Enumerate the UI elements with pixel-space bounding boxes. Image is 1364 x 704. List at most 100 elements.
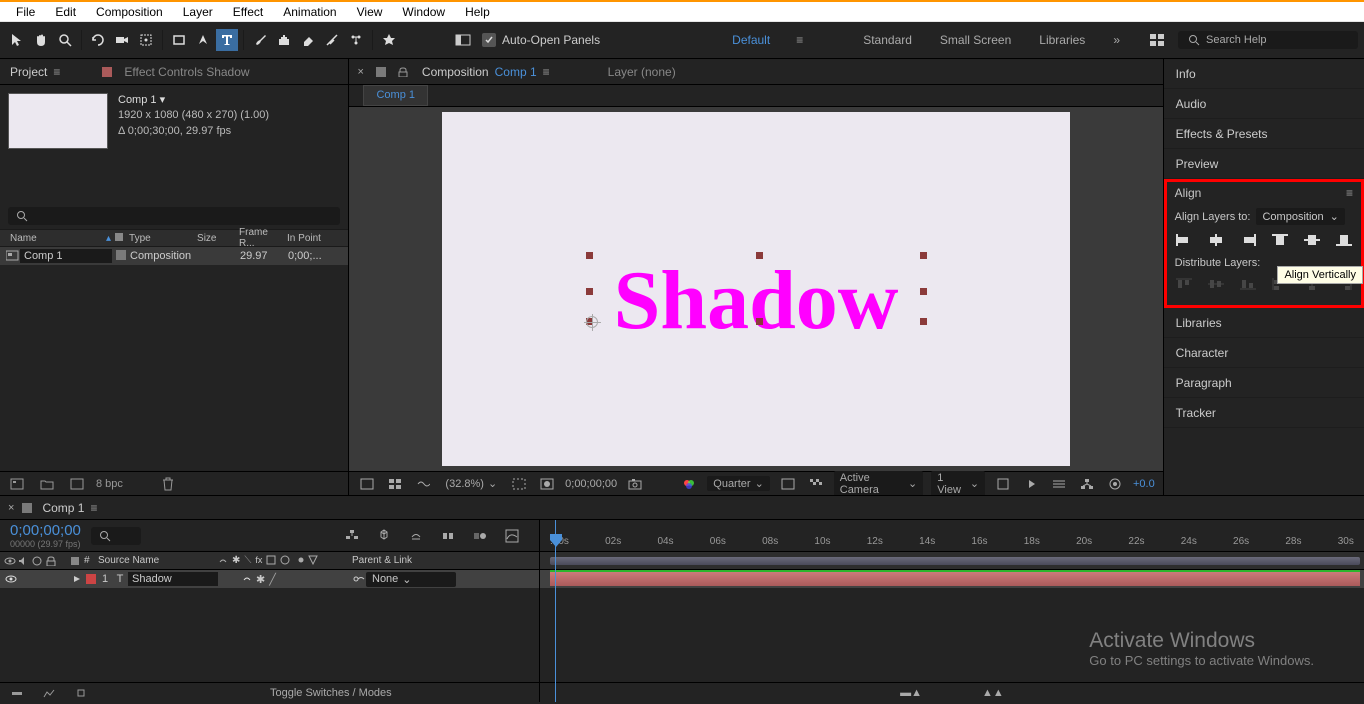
camera-tool-icon[interactable] — [111, 29, 133, 51]
interpret-footage-icon[interactable] — [6, 473, 28, 495]
timeline-comp-tab[interactable]: Comp 1≡ — [40, 497, 99, 519]
rectangle-tool-icon[interactable] — [168, 29, 190, 51]
roto-brush-tool-icon[interactable] — [321, 29, 343, 51]
workspace-panel-icon[interactable] — [1146, 29, 1168, 51]
panel-toggle-icon[interactable] — [452, 29, 474, 51]
pen-tool-icon[interactable] — [192, 29, 214, 51]
layer-panel-tab[interactable]: Layer (none) — [606, 61, 678, 83]
menu-animation[interactable]: Animation — [273, 3, 346, 21]
layer-duration-bar[interactable] — [550, 572, 1360, 586]
workspace-standard[interactable]: Standard — [861, 33, 914, 47]
reset-exposure-icon[interactable] — [1105, 473, 1125, 495]
pixel-aspect-icon[interactable] — [993, 473, 1013, 495]
col-size[interactable]: Size — [193, 233, 235, 244]
col-parent-link[interactable]: Parent & Link — [352, 555, 472, 566]
auto-open-panels-checkbox[interactable]: Auto-Open Panels — [482, 33, 600, 47]
quality-dropdown[interactable]: Quarter⌄ — [707, 476, 770, 491]
align-menu-icon[interactable]: ≡ — [1346, 186, 1353, 200]
tl-footer-icon1[interactable] — [6, 682, 28, 704]
tl-close-icon[interactable]: × — [8, 502, 14, 514]
menu-layer[interactable]: Layer — [173, 3, 223, 21]
canvas-text-layer[interactable]: Shadow — [614, 252, 899, 349]
menu-view[interactable]: View — [347, 3, 393, 21]
toggle-switches-label[interactable]: Toggle Switches / Modes — [270, 687, 392, 699]
menu-help[interactable]: Help — [455, 3, 500, 21]
composition-panel-tab[interactable]: Composition Comp 1 ≡ — [420, 61, 552, 83]
project-row-comp1[interactable]: Comp 1 Composition 29.97 0;00;... — [0, 247, 348, 265]
effect-controls-tab[interactable]: Effect Controls Shadow — [122, 61, 251, 83]
fast-previews-icon[interactable] — [1021, 473, 1041, 495]
zoom-out-handle[interactable]: ▬▲ — [900, 687, 922, 699]
comp-subtab-comp1[interactable]: Comp 1 — [363, 85, 428, 106]
align-hcenter-icon[interactable] — [1207, 233, 1225, 249]
3d-icon[interactable] — [413, 473, 433, 495]
orbit-tool-icon[interactable] — [87, 29, 109, 51]
switch-shy-icon[interactable] — [218, 555, 228, 565]
exposure-value[interactable]: +0.0 — [1133, 478, 1155, 490]
puppet-tool-icon[interactable] — [345, 29, 367, 51]
timeline-timecode[interactable]: 0;00;00;00 — [10, 522, 81, 539]
motion-blur-icon[interactable] — [469, 525, 491, 547]
col-framerate[interactable]: Frame R... — [235, 227, 283, 249]
menu-effect[interactable]: Effect — [223, 3, 273, 21]
align-top-icon[interactable] — [1271, 233, 1289, 249]
hand-tool-icon[interactable] — [30, 29, 52, 51]
toggle-mask-icon[interactable] — [537, 473, 557, 495]
cti-playhead[interactable] — [550, 534, 562, 548]
eraser-tool-icon[interactable] — [297, 29, 319, 51]
align-bottom-icon[interactable] — [1335, 233, 1353, 249]
col-lock-icon[interactable] — [46, 556, 60, 566]
col-inpoint[interactable]: In Point — [283, 233, 325, 244]
zoom-tool-icon[interactable] — [54, 29, 76, 51]
layer-visibility-toggle[interactable] — [4, 572, 18, 586]
project-search-input[interactable] — [8, 207, 340, 225]
magnification-icon[interactable] — [385, 473, 405, 495]
tl-footer-icon2[interactable] — [38, 682, 60, 704]
panel-character[interactable]: Character — [1164, 338, 1364, 368]
workspace-overflow-icon[interactable]: » — [1111, 33, 1122, 47]
col-label-icon[interactable] — [70, 556, 84, 566]
work-area-bar[interactable] — [550, 557, 1360, 565]
resolution-half-icon[interactable] — [509, 473, 529, 495]
type-tool-icon[interactable] — [216, 29, 238, 51]
col-name[interactable]: Name — [6, 233, 106, 244]
panel-audio[interactable]: Audio — [1164, 89, 1364, 119]
selection-tool-icon[interactable] — [6, 29, 28, 51]
align-right-icon[interactable] — [1239, 233, 1257, 249]
timeline-search-input[interactable] — [91, 527, 141, 545]
always-preview-icon[interactable] — [357, 473, 377, 495]
composition-canvas[interactable]: Shadow — [442, 112, 1070, 466]
layer-name-input[interactable] — [128, 572, 218, 586]
graph-editor-icon[interactable] — [501, 525, 523, 547]
panel-preview[interactable]: Preview — [1164, 149, 1364, 179]
layer-twirl-icon[interactable] — [70, 572, 84, 586]
menu-window[interactable]: Window — [392, 3, 455, 21]
delete-icon[interactable] — [157, 473, 179, 495]
align-vcenter-icon[interactable] — [1303, 233, 1321, 249]
panel-effects-presets[interactable]: Effects & Presets — [1164, 119, 1364, 149]
preview-timecode[interactable]: 0;00;00;00 — [565, 478, 617, 490]
panel-info[interactable]: Info — [1164, 59, 1364, 89]
draft-3d-icon[interactable] — [373, 525, 395, 547]
zoom-dropdown[interactable]: (32.8%) ⌄ — [441, 477, 501, 490]
menu-edit[interactable]: Edit — [45, 3, 86, 21]
col-visibility-icon[interactable] — [4, 556, 18, 566]
roi-icon[interactable] — [778, 473, 798, 495]
transparency-grid-icon[interactable] — [806, 473, 826, 495]
pan-behind-tool-icon[interactable] — [135, 29, 157, 51]
project-thumbnail[interactable] — [8, 93, 108, 149]
tl-footer-icon3[interactable] — [70, 682, 92, 704]
lock-icon[interactable] — [398, 67, 408, 77]
camera-dropdown[interactable]: Active Camera⌄ — [834, 471, 924, 497]
panel-paragraph[interactable]: Paragraph — [1164, 368, 1364, 398]
view-dropdown[interactable]: 1 View⌄ — [931, 471, 985, 497]
anchor-point-icon[interactable] — [586, 316, 598, 328]
snapshot-icon[interactable] — [625, 473, 645, 495]
project-comp-name[interactable]: Comp 1 ▾ — [118, 93, 269, 108]
channel-icon[interactable] — [679, 473, 699, 495]
col-type[interactable]: Type — [125, 233, 193, 244]
snapping-icon[interactable] — [378, 29, 400, 51]
clone-stamp-tool-icon[interactable] — [273, 29, 295, 51]
comp-close-icon[interactable]: × — [357, 66, 363, 78]
align-left-icon[interactable] — [1175, 233, 1193, 249]
